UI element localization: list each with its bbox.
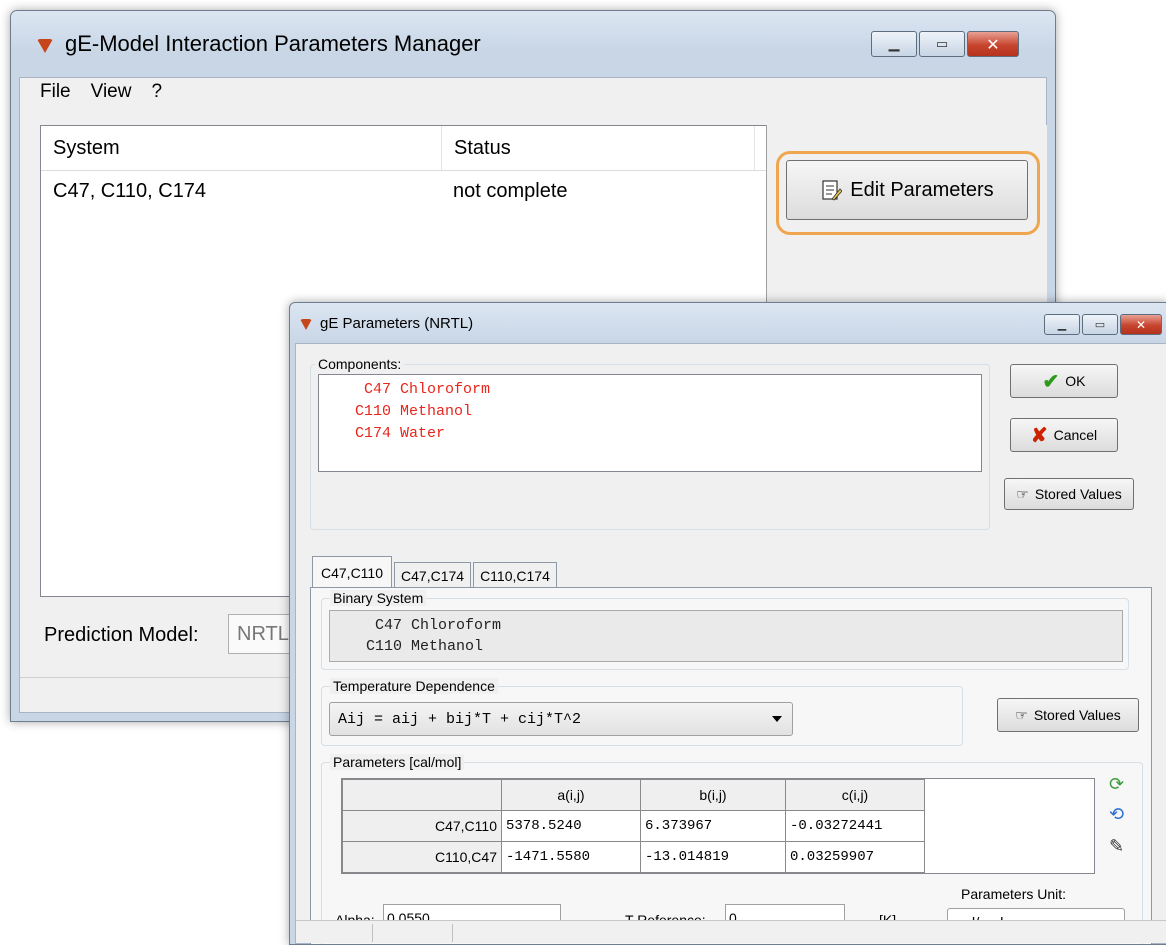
app-icon	[37, 39, 53, 53]
column-header-system[interactable]: System	[41, 126, 442, 170]
dialog-app-icon	[300, 318, 312, 330]
binary-pair-tabs: C47,C110 C47,C174 C110,C174	[312, 556, 559, 589]
dialog-maximize-icon[interactable]: ▭	[1082, 314, 1118, 335]
temperature-dependence-value: Aij = aij + bij*T + cij*T^2	[338, 710, 582, 728]
close-icon[interactable]: ✕	[967, 31, 1019, 57]
list-item-system: C47, C110, C174	[53, 179, 207, 202]
dialog-client-area: Components: C47 Chloroform C110 Methanol…	[295, 343, 1166, 944]
gE-parameters-dialog: gE Parameters (NRTL) ▁ ▭ ✕ Components: C…	[289, 302, 1166, 945]
menu-bar: File View ?	[20, 78, 1046, 106]
cancel-label: Cancel	[1053, 427, 1098, 443]
dialog-title: gE Parameters (NRTL)	[320, 314, 474, 332]
menu-help[interactable]: ?	[151, 81, 162, 103]
column-header-a: a(i,j)	[501, 779, 641, 811]
prediction-model-label: Prediction Model:	[44, 624, 199, 646]
component-item: C174 Water	[319, 425, 446, 442]
tab-page: Binary System C47 Chloroform C110 Methan…	[310, 587, 1152, 944]
column-header-status[interactable]: Status	[442, 126, 755, 170]
edit-parameters-button[interactable]: Edit Parameters	[786, 160, 1028, 220]
stored-values-label: Stored Values	[1034, 486, 1122, 502]
ok-label: OK	[1065, 373, 1086, 389]
clear-brush-icon[interactable]: ✎	[1109, 836, 1124, 857]
list-header: System Status	[41, 126, 767, 171]
component-item: C110 Methanol	[319, 403, 473, 420]
tab-c110-c174[interactable]: C110,C174	[473, 562, 557, 589]
table-row: C110,C47 -1471.5580 -13.014819 0.0325990…	[342, 841, 925, 873]
hand-pointer-icon: ☞	[1015, 706, 1028, 723]
dialog-titlebar[interactable]: gE Parameters (NRTL)	[290, 303, 1166, 343]
cell-b[interactable]: -13.014819	[640, 841, 786, 873]
column-header-c: c(i,j)	[785, 779, 925, 811]
temperature-dependence-label: Temperature Dependence	[330, 678, 498, 694]
list-item[interactable]: C47, C110, C174 not complete	[41, 171, 767, 211]
chevron-down-icon	[772, 716, 782, 722]
main-caption-buttons: ▁ ▭ ✕	[869, 31, 1019, 57]
import-icon[interactable]: ⟳	[1109, 774, 1124, 795]
dialog-caption-buttons: ▁ ▭ ✕	[1042, 314, 1162, 335]
dialog-close-icon[interactable]: ✕	[1120, 314, 1162, 335]
cell-a[interactable]: 5378.5240	[501, 810, 641, 842]
binary-system-display: C47 Chloroform C110 Methanol	[329, 610, 1123, 662]
temperature-dependence-select[interactable]: Aij = aij + bij*T + cij*T^2	[329, 702, 793, 736]
cancel-x-icon: ✘	[1030, 424, 1048, 447]
stored-values-button[interactable]: ☞ Stored Values	[1004, 478, 1134, 510]
list-item-status: not complete	[453, 179, 568, 202]
stored-values-label-2: Stored Values	[1033, 707, 1121, 723]
edit-parameters-label: Edit Parameters	[850, 178, 994, 201]
cell-c[interactable]: -0.03272441	[785, 810, 925, 842]
status-separator	[452, 924, 453, 942]
maximize-icon[interactable]: ▭	[919, 31, 965, 57]
cell-a[interactable]: -1471.5580	[501, 841, 641, 873]
cell-b[interactable]: 6.373967	[640, 810, 786, 842]
main-window-title: gE-Model Interaction Parameters Manager	[65, 31, 481, 56]
components-list: C47 Chloroform C110 Methanol C174 Water	[318, 374, 982, 472]
parameters-grid: a(i,j) b(i,j) c(i,j) C47,C110 5378.5240 …	[341, 778, 1095, 874]
export-icon[interactable]: ⟲	[1109, 804, 1124, 825]
component-item: C47 Chloroform	[319, 381, 491, 398]
tab-c47-c174[interactable]: C47,C174	[394, 562, 472, 589]
table-header-row: a(i,j) b(i,j) c(i,j)	[342, 779, 925, 811]
components-label: Components:	[315, 356, 405, 372]
parameters-table: a(i,j) b(i,j) c(i,j) C47,C110 5378.5240 …	[342, 779, 925, 873]
ok-button[interactable]: ✔ OK	[1010, 364, 1118, 398]
hand-pointer-icon: ☞	[1016, 485, 1029, 502]
status-separator	[372, 924, 373, 942]
table-row: C47,C110 5378.5240 6.373967 -0.03272441	[342, 810, 925, 842]
parameters-unit-label: Parameters Unit:	[961, 886, 1067, 902]
menu-file[interactable]: File	[40, 81, 71, 103]
column-header-b: b(i,j)	[640, 779, 786, 811]
menu-view[interactable]: View	[91, 81, 132, 103]
tab-c47-c110[interactable]: C47,C110	[312, 556, 393, 589]
binary-component-item: C47 Chloroform	[330, 617, 502, 634]
dialog-minimize-icon[interactable]: ▁	[1044, 314, 1080, 335]
cell-c[interactable]: 0.03259907	[785, 841, 925, 873]
binary-component-item: C110 Methanol	[330, 638, 484, 655]
parameters-label: Parameters [cal/mol]	[330, 754, 465, 770]
edit-document-icon	[822, 180, 843, 201]
row-header-pair: C47,C110	[342, 810, 502, 842]
checkmark-icon: ✔	[1042, 370, 1060, 393]
stored-values-button-2[interactable]: ☞ Stored Values	[997, 698, 1139, 732]
row-header-pair: C110,C47	[342, 841, 502, 873]
binary-system-label: Binary System	[330, 590, 427, 606]
minimize-icon[interactable]: ▁	[871, 31, 917, 57]
cancel-button[interactable]: ✘ Cancel	[1010, 418, 1118, 452]
dialog-status-bar	[296, 920, 1166, 943]
grid-corner	[342, 779, 502, 811]
